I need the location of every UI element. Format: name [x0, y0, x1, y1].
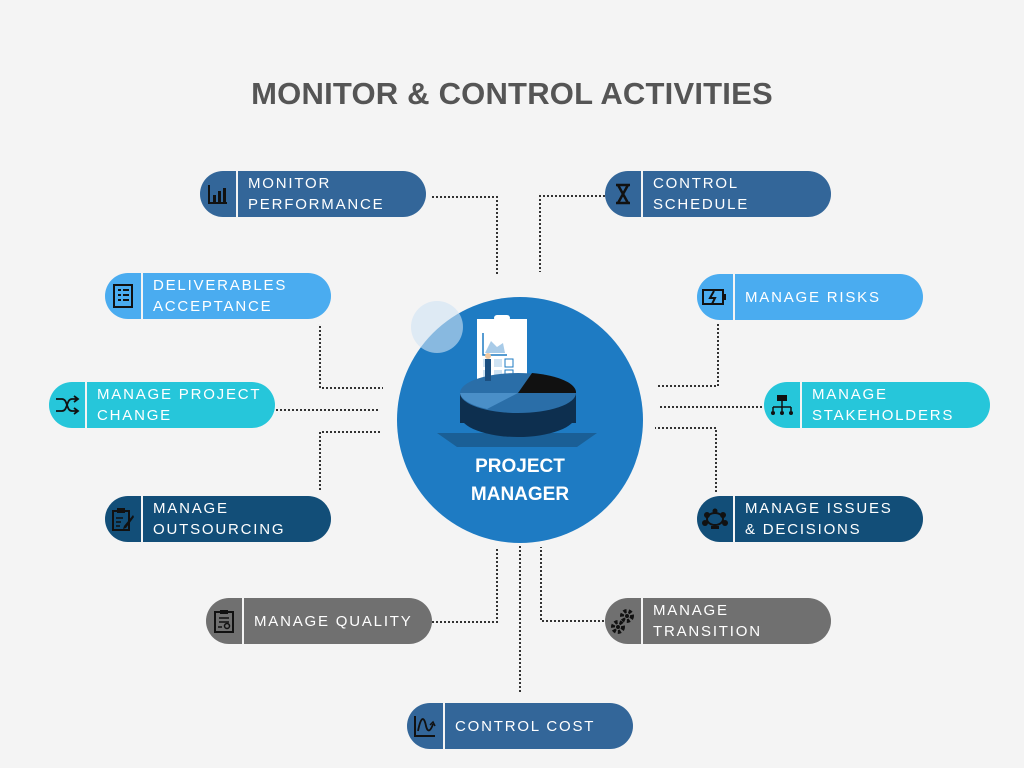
node-manage-risks[interactable]: MANAGE RISKS — [697, 274, 923, 320]
project-manager-hub[interactable]: PROJECT MANAGER — [397, 297, 643, 543]
shuffle-icon — [49, 382, 87, 428]
node-label: MANAGE QUALITY — [254, 612, 413, 630]
node-manage-issues-decisions[interactable]: MANAGE ISSUES & DECISIONS — [697, 496, 923, 542]
hourglass-icon — [605, 171, 643, 217]
node-label: CONTROL SCHEDULE — [653, 175, 750, 213]
node-label: MANAGE ISSUES & DECISIONS — [745, 500, 893, 538]
connector-control-schedule — [539, 195, 605, 272]
node-manage-transition[interactable]: MANAGE TRANSITION — [605, 598, 831, 644]
node-manage-outsourcing[interactable]: MANAGE OUTSOURCING — [105, 496, 331, 542]
node-manage-project-change[interactable]: MANAGE PROJECT CHANGE — [49, 382, 275, 428]
meeting-table-icon — [697, 496, 735, 542]
node-label: CONTROL COST — [455, 717, 596, 735]
clipboard-edit-icon — [105, 496, 143, 542]
connector-monitor-performance — [432, 196, 498, 275]
trend-curve-icon — [407, 703, 445, 749]
node-manage-quality[interactable]: MANAGE QUALITY — [206, 598, 432, 644]
org-chart-icon — [764, 382, 802, 428]
checklist-icon — [105, 273, 143, 319]
node-label: MANAGE TRANSITION — [653, 602, 762, 640]
node-label: DELIVERABLES ACCEPTANCE — [153, 277, 288, 315]
hub-label: PROJECT MANAGER — [470, 456, 570, 505]
node-label: MANAGE STAKEHOLDERS — [812, 386, 955, 424]
node-deliverables-acceptance[interactable]: DELIVERABLES ACCEPTANCE — [105, 273, 331, 319]
node-label: MANAGE PROJECT CHANGE — [97, 386, 262, 424]
connector-manage-transition — [540, 547, 604, 622]
bar-chart-icon — [200, 171, 238, 217]
node-label: MONITOR PERFORMANCE — [248, 175, 385, 213]
node-control-schedule[interactable]: CONTROL SCHEDULE — [605, 171, 831, 217]
node-label: MANAGE RISKS — [745, 288, 881, 306]
connector-manage-outsourcing — [319, 431, 381, 490]
connector-manage-quality — [432, 547, 498, 623]
node-control-cost[interactable]: CONTROL COST — [407, 703, 633, 749]
node-label: MANAGE OUTSOURCING — [153, 500, 286, 538]
certificate-clipboard-icon — [206, 598, 244, 644]
gears-icon — [605, 598, 643, 644]
connector-manage-risks — [657, 324, 719, 387]
node-monitor-performance[interactable]: MONITOR PERFORMANCE — [200, 171, 426, 217]
connector-deliverables-acceptance — [319, 326, 383, 389]
connector-manage-issues-decisions — [655, 427, 717, 492]
battery-charge-icon — [697, 274, 735, 320]
node-manage-stakeholders[interactable]: MANAGE STAKEHOLDERS — [764, 382, 990, 428]
